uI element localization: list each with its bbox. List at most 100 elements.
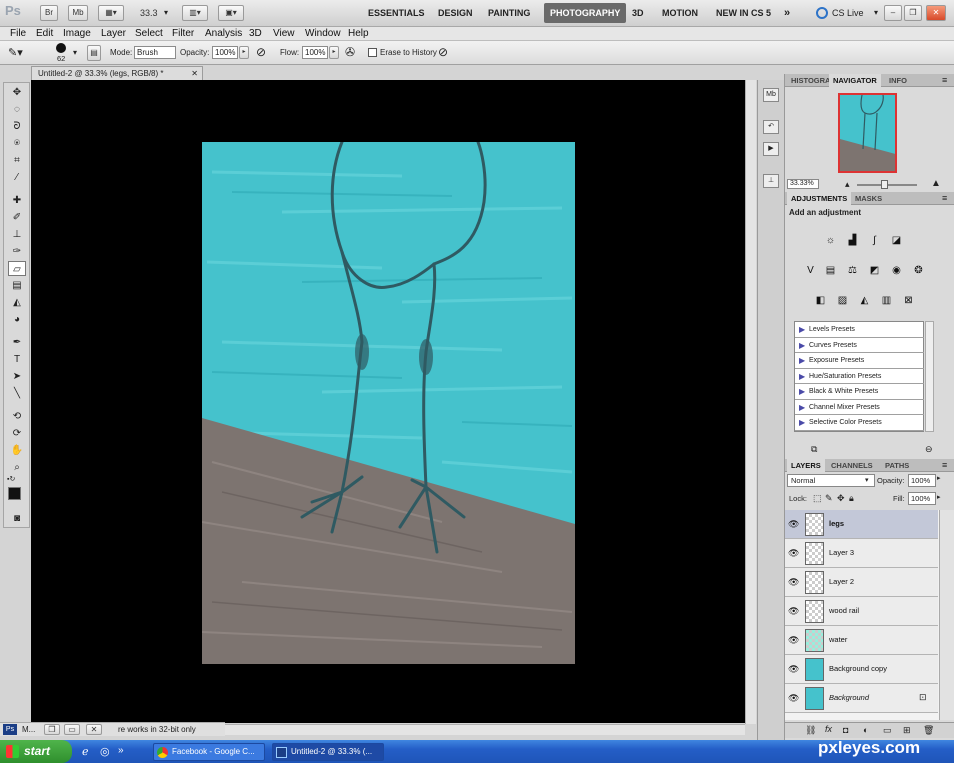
- photo-filter-icon[interactable]: ◉: [889, 264, 904, 277]
- quick-mask-icon[interactable]: ◙: [8, 511, 26, 526]
- shape-tool-icon[interactable]: ╲: [8, 386, 26, 401]
- layer-layer-3[interactable]: 👁︎ Layer 3: [785, 539, 938, 568]
- workspace-photography[interactable]: PHOTOGRAPHY: [544, 3, 627, 23]
- workspace-new-in-cs5[interactable]: NEW IN CS 5: [710, 3, 777, 23]
- dodge-tool-icon[interactable]: ◕: [8, 312, 26, 327]
- visibility-eye-icon[interactable]: 👁︎: [788, 664, 800, 674]
- lock-position-icon[interactable]: ✥: [837, 493, 845, 504]
- navigator-preview[interactable]: [838, 93, 897, 173]
- posterize-icon[interactable]: ▨: [835, 294, 850, 307]
- eraser-tool-icon[interactable]: ▱: [8, 261, 26, 276]
- tab-paths[interactable]: PATHS: [881, 459, 913, 472]
- menu-edit[interactable]: Edit: [36, 27, 53, 41]
- preset-hue-saturation[interactable]: ▶ Hue/Saturation Presets: [795, 369, 924, 384]
- invert-icon[interactable]: ◧: [813, 294, 828, 307]
- tablet-pressure-opacity-icon[interactable]: ⊘: [256, 45, 266, 59]
- document-canvas[interactable]: [202, 142, 575, 664]
- tab-adjustments[interactable]: ADJUSTMENTS: [787, 192, 852, 205]
- minimized-panel-label[interactable]: M...: [22, 723, 35, 736]
- lasso-tool-icon[interactable]: ᘐ: [8, 119, 26, 134]
- maximize-panel-icon[interactable]: ▭: [64, 724, 80, 735]
- new-adjustment-icon[interactable]: ◐: [863, 725, 868, 735]
- vertical-scrollbar[interactable]: [745, 80, 756, 724]
- navigator-zoom-input[interactable]: 33.33%: [787, 179, 819, 189]
- arrange-documents-button[interactable]: ▥▾: [182, 5, 208, 21]
- restore-icon[interactable]: ❐: [904, 5, 922, 21]
- visibility-eye-icon[interactable]: 👁︎: [788, 693, 800, 703]
- panel-menu-icon[interactable]: ≡: [942, 75, 947, 85]
- workspace-design[interactable]: DESIGN: [432, 3, 479, 23]
- document-tab[interactable]: Untitled-2 @ 33.3% (legs, RGB/8) * ✕: [31, 66, 203, 80]
- preset-channel-mixer[interactable]: ▶ Channel Mixer Presets: [795, 400, 924, 415]
- fill-input[interactable]: 100%: [908, 492, 936, 505]
- healing-brush-tool-icon[interactable]: ✚: [8, 193, 26, 208]
- brush-panel-icon[interactable]: ▤: [87, 45, 101, 61]
- blend-mode-select[interactable]: Normal: [787, 474, 875, 487]
- chevron-down-icon[interactable]: ▾: [874, 8, 878, 17]
- fill-slider-icon[interactable]: ▸: [937, 493, 941, 501]
- add-mask-icon[interactable]: ◘: [843, 725, 848, 735]
- presets-scrollbar[interactable]: [925, 321, 934, 432]
- gradient-map-icon[interactable]: ▥: [879, 294, 894, 307]
- adjustment-options-icon[interactable]: ⊖: [925, 444, 933, 455]
- horizontal-scrollbar[interactable]: [225, 724, 745, 735]
- zoom-dropdown-icon[interactable]: ▾: [164, 8, 168, 17]
- visibility-eye-icon[interactable]: 👁︎: [788, 577, 800, 587]
- tab-navigator[interactable]: NAVIGATOR: [829, 74, 881, 87]
- lock-transparency-icon[interactable]: ⬚: [813, 493, 822, 504]
- quicklaunch-overflow-icon[interactable]: »: [118, 745, 124, 756]
- layer-water[interactable]: 👁︎ water: [785, 626, 938, 655]
- menu-window[interactable]: Window: [305, 27, 341, 41]
- opacity-slider-icon[interactable]: ▸: [239, 46, 249, 59]
- workspace-3d[interactable]: 3D: [626, 3, 650, 23]
- layers-scrollbar[interactable]: [939, 510, 954, 720]
- new-group-icon[interactable]: ▭: [883, 725, 892, 736]
- move-tool-icon[interactable]: ✥: [8, 85, 26, 100]
- start-button[interactable]: start: [0, 740, 72, 763]
- 3d-orbit-tool-icon[interactable]: ⟳: [8, 426, 26, 441]
- layer-opacity-input[interactable]: 100%: [908, 474, 936, 487]
- adjustments-menu-icon[interactable]: ≡: [942, 193, 947, 203]
- menu-layer[interactable]: Layer: [101, 27, 126, 41]
- clone-stamp-tool-icon[interactable]: ⊥: [8, 227, 26, 242]
- close-panel-icon[interactable]: ✕: [86, 724, 102, 735]
- menu-help[interactable]: Help: [348, 27, 369, 41]
- layers-menu-icon[interactable]: ≡: [942, 460, 947, 470]
- marquee-tool-icon[interactable]: ◌: [8, 102, 26, 117]
- black-white-icon[interactable]: ◩: [867, 264, 882, 277]
- flow-slider-icon[interactable]: ▸: [329, 46, 339, 59]
- visibility-eye-icon[interactable]: 👁︎: [788, 519, 800, 529]
- threshold-icon[interactable]: ◭: [857, 294, 872, 307]
- menu-file[interactable]: File: [10, 27, 26, 41]
- brush-tip-icon[interactable]: [56, 43, 66, 53]
- cs-live-icon[interactable]: [816, 7, 828, 19]
- brightness-contrast-icon[interactable]: ☼: [823, 234, 838, 247]
- layer-wood-rail[interactable]: 👁︎ wood rail: [785, 597, 938, 626]
- flow-input[interactable]: 100%: [302, 46, 328, 59]
- brush-tool-icon[interactable]: ✐: [8, 210, 26, 225]
- preset-levels[interactable]: ▶ Levels Presets: [795, 322, 924, 338]
- blend-mode-dropdown-icon[interactable]: ▾: [865, 476, 869, 484]
- preset-black-white[interactable]: ▶ Black & White Presets: [795, 384, 924, 400]
- crop-tool-icon[interactable]: ⌗: [8, 153, 26, 168]
- google-quicklaunch-icon[interactable]: ◎: [100, 745, 110, 758]
- tab-info[interactable]: INFO: [885, 74, 911, 87]
- opacity-input[interactable]: 100%: [212, 46, 238, 59]
- visibility-eye-icon[interactable]: 👁︎: [788, 548, 800, 558]
- menu-view[interactable]: View: [273, 27, 295, 41]
- menu-analysis[interactable]: Analysis: [205, 27, 242, 41]
- curves-icon[interactable]: ∫: [867, 234, 882, 247]
- tab-channels[interactable]: CHANNELS: [827, 459, 877, 472]
- gradient-tool-icon[interactable]: ▤: [8, 278, 26, 293]
- blur-tool-icon[interactable]: ◭: [8, 295, 26, 310]
- erase-to-history-checkbox[interactable]: [368, 48, 377, 57]
- preset-curves[interactable]: ▶ Curves Presets: [795, 338, 924, 353]
- clip-to-layer-icon[interactable]: ⧉: [811, 444, 817, 455]
- more-workspaces-icon[interactable]: »: [778, 3, 796, 23]
- layer-background[interactable]: 👁︎ Background ⊡: [785, 684, 938, 713]
- color-balance-icon[interactable]: ⚖: [845, 264, 860, 277]
- eraser-preset-icon[interactable]: ✎▾: [8, 46, 34, 60]
- airbrush-icon[interactable]: ✇: [345, 45, 355, 59]
- link-layers-icon[interactable]: ⛓︎: [805, 725, 816, 736]
- task-facebook-chrome[interactable]: Facebook - Google C...: [153, 743, 265, 761]
